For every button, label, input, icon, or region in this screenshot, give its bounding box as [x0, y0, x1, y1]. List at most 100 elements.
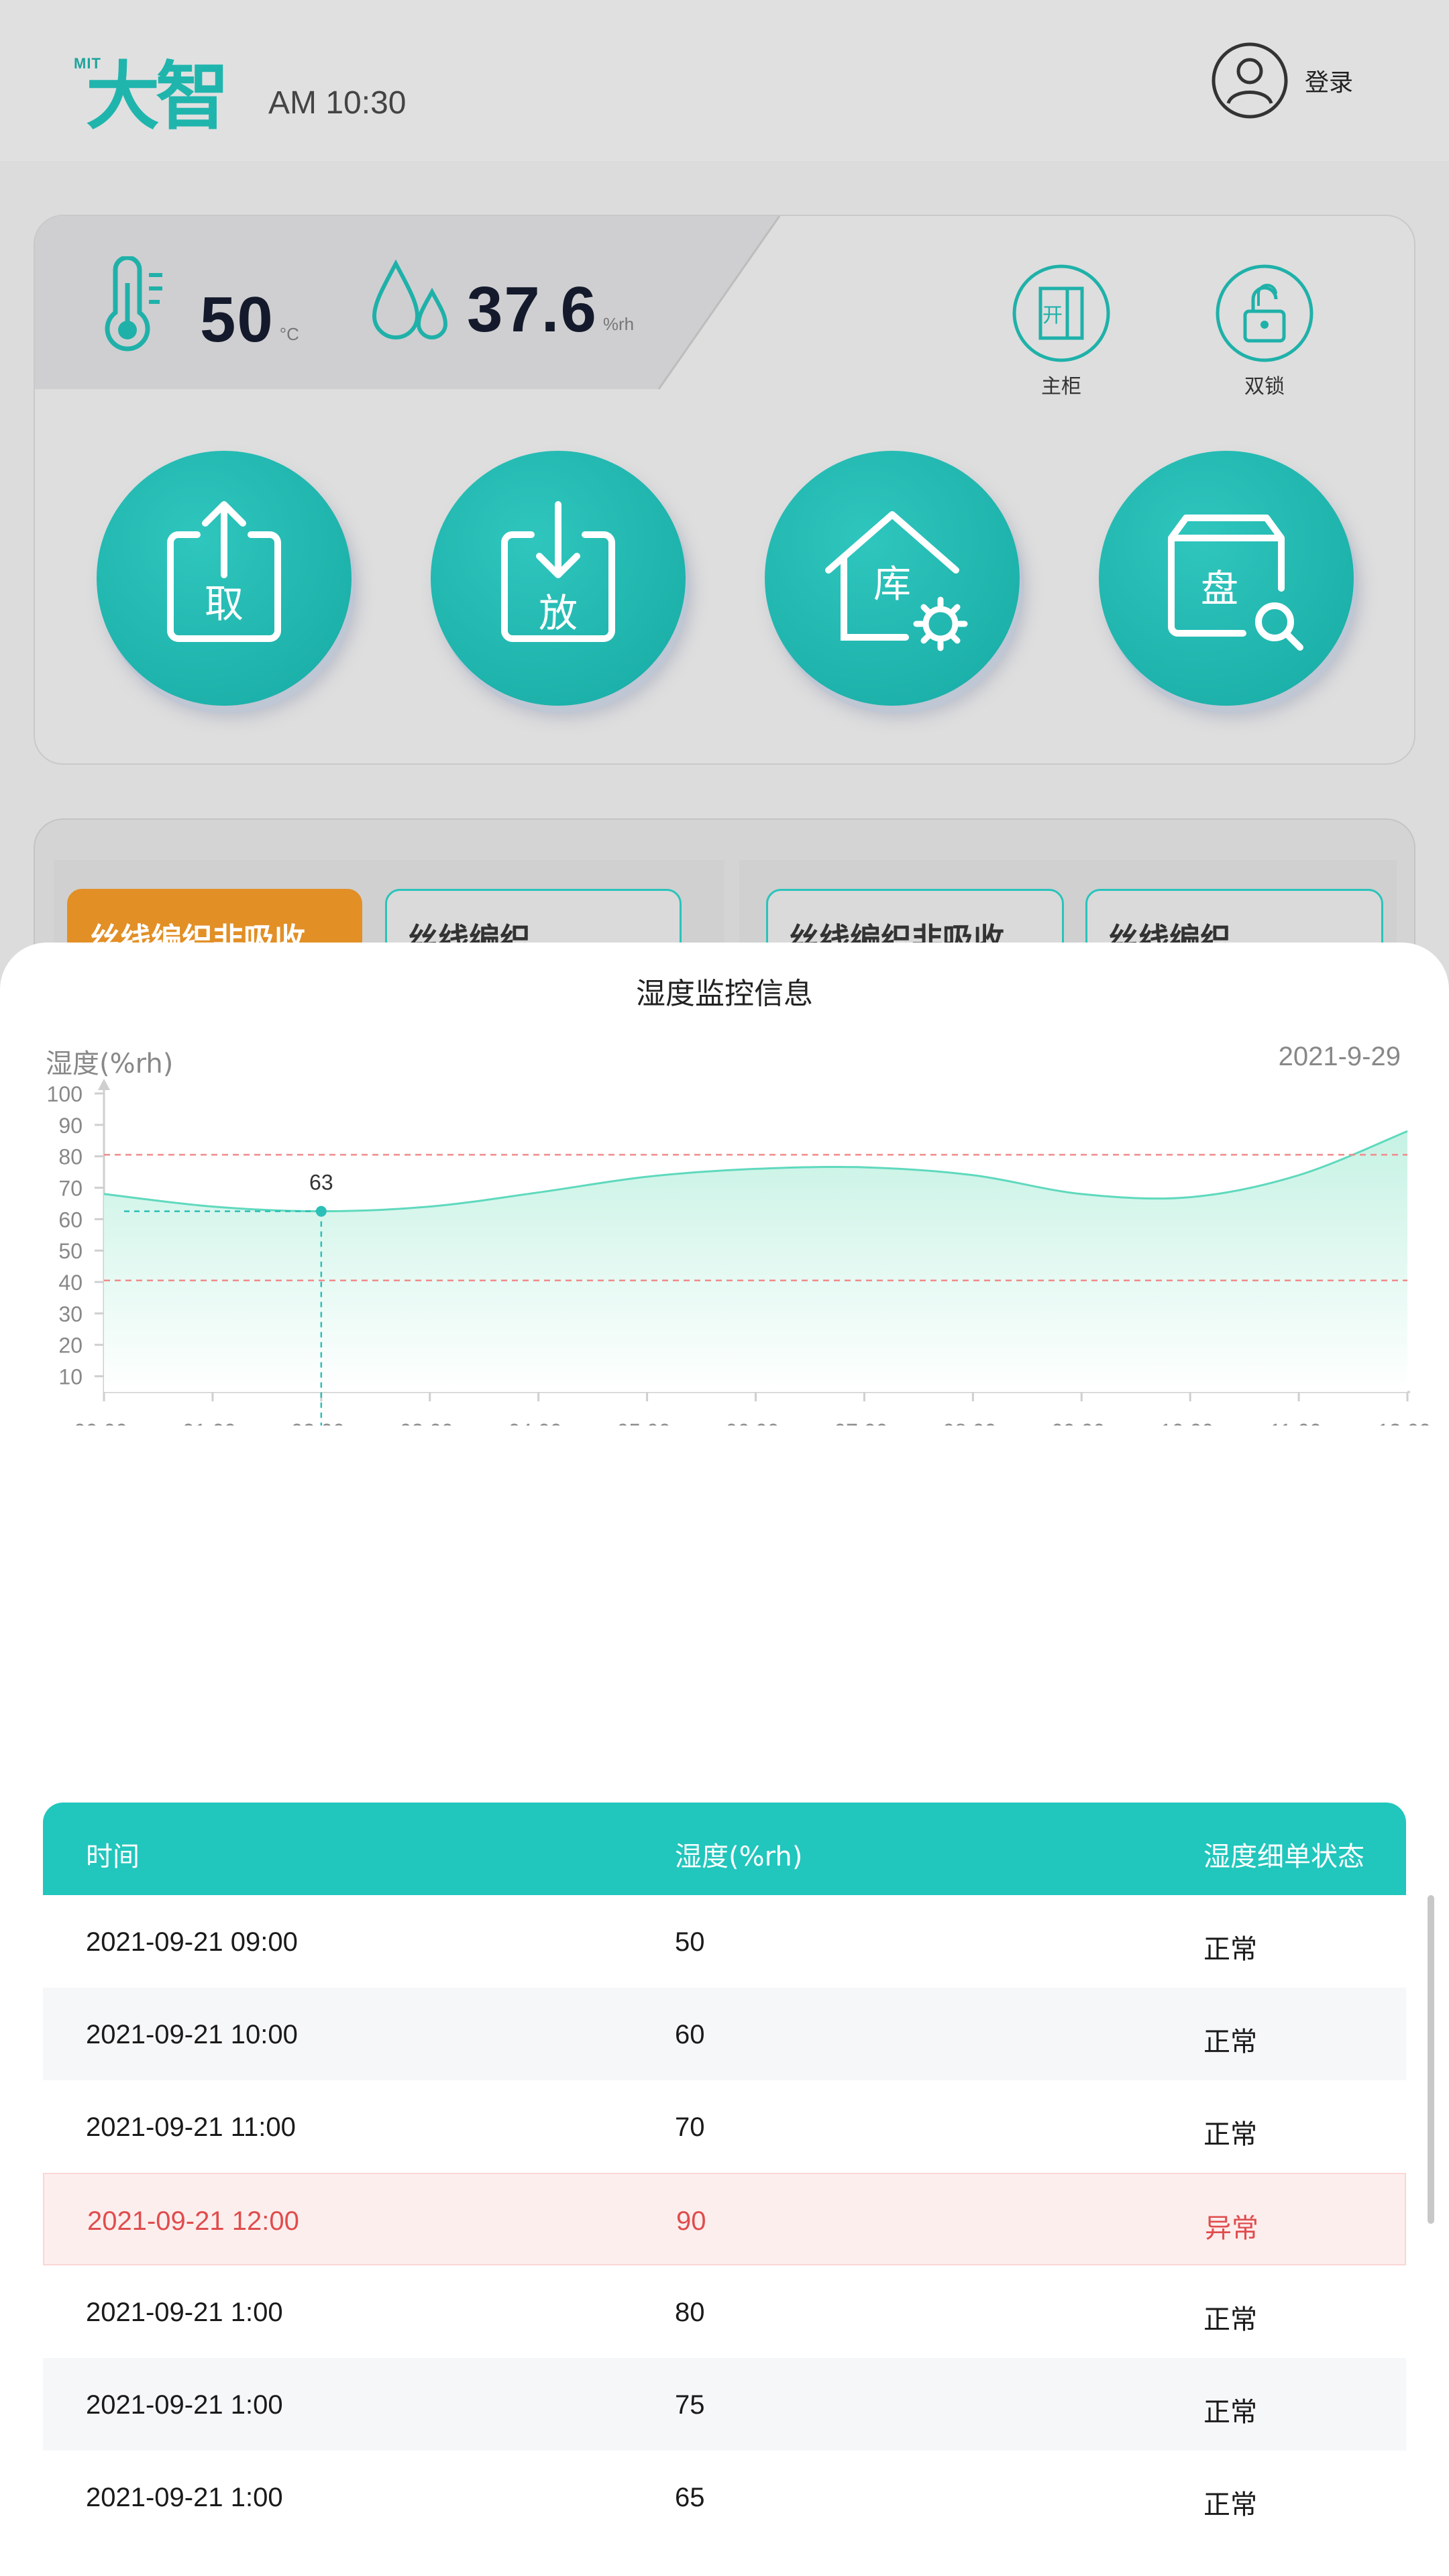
humidity-area-fill: [104, 1131, 1407, 1392]
y-tick-label: 20: [58, 1334, 83, 1358]
y-tick-label: 80: [58, 1145, 83, 1169]
take-out-button[interactable]: 取: [97, 451, 352, 706]
y-tick-label: 60: [58, 1208, 83, 1232]
take-out-label: 取: [205, 581, 244, 627]
logo-text: 大智: [86, 54, 229, 140]
cell-time: 2021-09-21 12:00: [87, 2206, 299, 2236]
annotation-label: 63: [309, 1171, 333, 1195]
warehouse-settings-icon: 库: [825, 511, 968, 651]
app-header: MIT 大智 AM 10:30 登录: [0, 0, 1449, 161]
x-tick-label: 09:00: [1051, 1419, 1105, 1426]
y-tick-label: 50: [58, 1239, 83, 1263]
warehouse-button[interactable]: 库: [765, 451, 1020, 706]
put-in-button[interactable]: 放: [431, 451, 686, 706]
door-open-label: 开: [1042, 304, 1063, 327]
temperature-value: 50: [200, 284, 274, 356]
cell-humidity: 50: [675, 1927, 705, 1957]
inventory-label: 盘: [1201, 568, 1238, 611]
chart-date: 2021-9-29: [1278, 1042, 1401, 1071]
y-tick-label: 30: [58, 1302, 83, 1326]
table-row[interactable]: 2021-09-21 1:00 65 正常: [43, 2451, 1406, 2543]
login-label: 登录: [1305, 69, 1354, 97]
cell-status: 正常: [1203, 2305, 1257, 2334]
y-axis-unit: 湿度(%rh): [46, 1049, 174, 1079]
main-cabinet-button[interactable]: 开 主柜: [1011, 263, 1112, 398]
humidity-table: 时间 湿度(%rh) 湿度细单状态 2021-09-21 09:00 50 正常…: [43, 1803, 1406, 2543]
temperature-unit: °C: [279, 324, 299, 344]
put-in-icon: 放: [501, 501, 615, 642]
cell-status: 异常: [1205, 2214, 1258, 2243]
unlock-icon: [1216, 264, 1313, 362]
warehouse-label: 库: [873, 563, 911, 606]
login-button[interactable]: 登录: [1211, 42, 1353, 119]
door-open-icon: 开: [1012, 264, 1110, 362]
x-tick-label: 10:00: [1160, 1419, 1214, 1426]
x-tick-label: 06:00: [725, 1419, 779, 1426]
y-tick-label: 90: [58, 1114, 83, 1138]
inventory-button[interactable]: 盘: [1099, 451, 1354, 706]
cell-time: 2021-09-21 1:00: [86, 2298, 283, 2327]
column-header-status: 湿度细单状态: [1203, 1841, 1364, 1872]
column-header-time: 时间: [86, 1841, 140, 1872]
cell-status: 正常: [1203, 2398, 1257, 2427]
table-row[interactable]: 2021-09-21 10:00 60 正常: [43, 1988, 1406, 2080]
x-tick-label: 04:00: [508, 1419, 562, 1426]
humidity-value: 37.6: [467, 274, 598, 345]
x-tick-label: 08:00: [943, 1419, 996, 1426]
table-scrollbar[interactable]: [1428, 1895, 1434, 2224]
humidity-readout: 37.6 %rh: [370, 260, 634, 347]
cell-time: 2021-09-21 10:00: [86, 2020, 298, 2049]
table-row[interactable]: 2021-09-21 09:00 50 正常: [43, 1895, 1406, 1988]
table-row[interactable]: 2021-09-21 11:00 70 正常: [43, 2080, 1406, 2173]
table-header: 时间 湿度(%rh) 湿度细单状态: [43, 1803, 1406, 1895]
cell-time: 2021-09-21 1:00: [86, 2390, 283, 2420]
humidity-unit: %rh: [602, 314, 635, 334]
sheet-title: 湿度监控信息: [636, 977, 813, 1011]
humidity-monitor-sheet: 湿度监控信息 湿度(%rh) 2021-9-29 10 20 30 40 50 60 70 8…: [0, 943, 1449, 2576]
cell-time: 2021-09-21 09:00: [86, 1927, 298, 1957]
y-tick-label: 70: [58, 1177, 83, 1201]
dual-lock-button[interactable]: 双锁: [1214, 263, 1315, 398]
cell-status: 正常: [1203, 1935, 1257, 1964]
inventory-search-icon: 盘: [1168, 515, 1303, 651]
x-tick-label: 00:00: [74, 1419, 127, 1426]
put-in-label: 放: [539, 590, 578, 636]
cell-status: 正常: [1203, 2027, 1257, 2057]
x-tick-label: 07:00: [834, 1419, 888, 1426]
y-tick-label: 10: [58, 1365, 83, 1389]
y-axis-arrow: [98, 1079, 110, 1090]
cell-status: 正常: [1203, 2490, 1257, 2520]
cell-humidity: 70: [675, 2112, 705, 2142]
x-tick-label: 05:00: [617, 1419, 671, 1426]
x-tick-label: 11:00: [1269, 1419, 1322, 1426]
cell-status: 正常: [1203, 2120, 1257, 2149]
control-panel: 50 °C 37.6 %rh 开 主柜 双锁 取 放 库 盘: [34, 215, 1415, 765]
brand-logo: MIT 大智: [74, 40, 248, 140]
column-header-humidity: 湿度(%rh): [675, 1841, 803, 1872]
take-out-icon: 取: [167, 501, 281, 642]
x-tick-label: 03:00: [400, 1419, 453, 1426]
table-row[interactable]: 2021-09-21 1:00 80 正常: [43, 2265, 1406, 2358]
cell-humidity: 65: [675, 2483, 705, 2512]
cell-humidity: 75: [675, 2390, 705, 2420]
humidity-area-chart: 10 20 30 40 50 60 70 80 90 100 00:00 01:00 02:00 03:0…: [0, 1077, 1449, 1444]
thermometer-icon: [105, 256, 162, 352]
user-icon: [1212, 42, 1288, 119]
y-tick-label: 100: [47, 1082, 83, 1106]
current-time: AM 10:30: [268, 85, 407, 121]
cell-time: 2021-09-21 11:00: [86, 2112, 296, 2142]
main-cabinet-label: 主柜: [1041, 375, 1081, 398]
cell-humidity: 60: [675, 2020, 705, 2049]
annotation-point: [315, 1205, 327, 1217]
x-tick-label: 02:00: [291, 1419, 345, 1426]
chart-svg: 10 20 30 40 50 60 70 80 90 100 00:00 01:00 02:00 03:0…: [47, 1079, 1431, 1444]
y-tick-label: 40: [58, 1271, 83, 1295]
table-row-abnormal[interactable]: 2021-09-21 12:00 90 异常: [43, 2173, 1406, 2265]
water-drops-icon: [372, 260, 448, 339]
temperature-readout: 50 °C: [95, 256, 299, 357]
cell-time: 2021-09-21 1:00: [86, 2483, 283, 2512]
x-tick-label: 01:00: [182, 1419, 236, 1426]
table-row[interactable]: 2021-09-21 1:00 75 正常: [43, 2358, 1406, 2451]
dual-lock-label: 双锁: [1244, 375, 1285, 398]
cell-humidity: 90: [676, 2206, 706, 2236]
